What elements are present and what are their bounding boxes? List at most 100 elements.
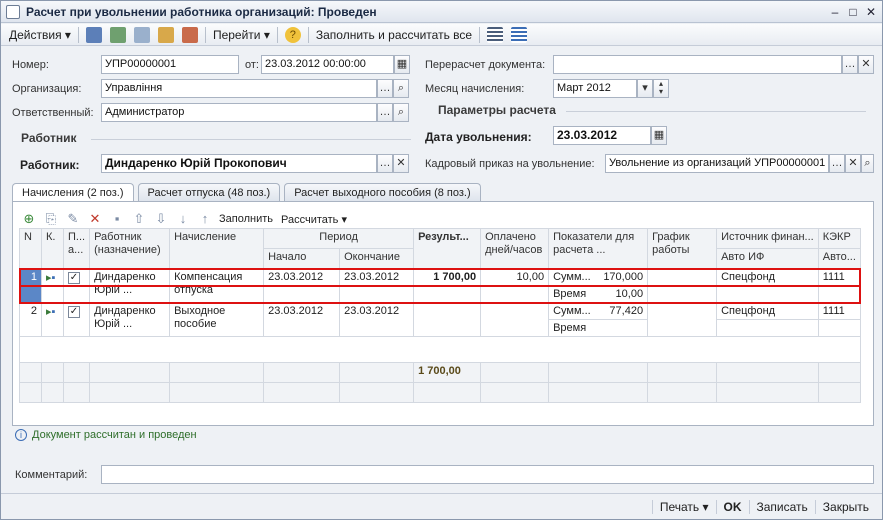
fill-calc-all-button[interactable]: Заполнить и рассчитать все [312,25,476,45]
recalc-select-button[interactable]: … [842,55,858,74]
col-result[interactable]: Результ... [413,228,482,269]
col-accrual[interactable]: Начисление [169,228,265,269]
accruals-panel: ⊕ ⎘ ✎ ✕ ▪ ⇧ ⇩ ↓ ↑ Заполнить Рассчитать ▾… [12,201,874,426]
help-button[interactable]: ? [281,25,305,45]
save-button[interactable]: Записать [748,499,815,514]
comment-label: Комментарий: [15,469,88,481]
calc-menu[interactable]: Рассчитать ▾ [281,213,347,226]
move-down-icon[interactable]: ⇩ [153,211,169,227]
worker-section-title: Работник [21,131,77,145]
tab-vacation-calc[interactable]: Расчет отпуска (48 поз.) [137,183,281,202]
separator [479,26,481,43]
month-dropdown-icon[interactable]: ▾ [637,79,653,98]
structure-button[interactable] [178,25,202,45]
close-button[interactable]: Закрыть [814,499,876,514]
order-search-icon[interactable]: ⌕ [861,154,874,173]
move-up-icon[interactable]: ⇧ [131,211,147,227]
col-period[interactable]: Период [263,228,415,249]
col-p[interactable]: П... а... [62,228,91,269]
actions-menu[interactable]: Действия ▾ [5,25,75,45]
add-icon[interactable]: ⊕ [21,211,37,227]
table-row[interactable]: 1 ▸▪ ✓ Диндаренко Юрій ... Компенсация о… [18,267,862,303]
order-field[interactable]: Увольнение из организаций УПР00000001 [605,154,829,173]
col-worker[interactable]: Работник (назначение) [89,228,171,269]
worker-clear-icon[interactable]: ✕ [393,154,409,173]
dismiss-date-field[interactable]: 23.03.2012 [553,126,651,145]
col-auto-if[interactable]: Авто ИФ [716,248,819,269]
org-search-icon[interactable]: ⌕ [393,79,409,98]
copy-row-icon[interactable]: ⎘ [43,211,59,227]
maximize-button[interactable]: □ [846,5,860,19]
order-label: Кадровый приказ на увольнение: [425,158,595,170]
row-paid [480,302,550,337]
number-field[interactable]: УПР00000001 [101,55,239,74]
fill-button[interactable]: Заполнить [219,213,273,225]
row-schedule [647,302,718,337]
col-end[interactable]: Окончание [339,248,415,269]
sort-asc-icon[interactable]: ↓ [175,211,191,227]
row-indicator-1: Сумм... 77,420 [548,302,649,320]
calendar-button[interactable]: ▦ [394,55,410,74]
goto-label: Перейти [212,27,261,42]
col-source[interactable]: Источник финан... [716,228,819,249]
close-window-button[interactable]: ✕ [864,5,878,19]
sort-desc-icon[interactable]: ↑ [197,211,213,227]
indicator-name: Время [553,322,587,334]
print-menu[interactable]: Печать ▾ [651,499,716,514]
list-view-button[interactable] [483,25,507,45]
resp-field[interactable]: Администратор [101,103,377,122]
edit-icon[interactable]: ✎ [65,211,81,227]
row-checkbox[interactable]: ✓ [62,302,91,337]
date-label: от: [245,59,259,71]
refresh-button[interactable] [106,25,130,45]
worker-select-button[interactable]: … [377,154,393,173]
col-n[interactable]: N [19,228,42,269]
window-title: Расчет при увольнении работника организа… [26,4,377,19]
movements-button[interactable] [154,25,178,45]
document-window: Расчет при увольнении работника организа… [0,0,883,520]
col-paid[interactable]: Оплачено дней/часов [480,228,550,269]
col-kekr[interactable]: КЭКР [817,228,861,249]
order-select-button[interactable]: … [829,154,845,173]
month-field[interactable]: Март 2012 [553,79,637,98]
resp-search-icon[interactable]: ⌕ [393,103,409,122]
params-title: Параметры расчета [438,103,556,117]
worker-field[interactable]: Диндаренко Юрій Прокопович [101,154,377,173]
minimize-button[interactable]: ‒ [828,5,842,19]
row-kekr: 1111 [817,268,861,286]
resp-select-button[interactable]: … [377,103,393,122]
post-button[interactable] [82,25,106,45]
save-icon[interactable]: ▪ [109,211,125,227]
col-k[interactable]: К. [41,228,64,269]
checklist-button[interactable] [507,25,531,45]
dismiss-calendar-button[interactable]: ▦ [651,126,667,145]
org-select-button[interactable]: … [377,79,393,98]
col-auto[interactable]: Авто... [817,248,861,269]
row-accrual: Выходное пособие [169,302,265,337]
month-spin-icon[interactable]: ▴ ▾ [653,79,669,98]
help-icon: ? [284,26,301,43]
row-checkbox[interactable]: ✓ [62,268,91,303]
col-schedule[interactable]: График работы [647,228,718,269]
org-field[interactable]: Управління [101,79,377,98]
comment-field[interactable] [101,465,874,484]
goto-menu[interactable]: Перейти ▾ [209,25,274,45]
structure-icon [181,26,198,43]
row-type-icon: ▸▪ [41,268,64,303]
col-indicators[interactable]: Показатели для расчета ... [548,228,649,269]
separator [276,26,278,43]
recalc-field[interactable] [553,55,842,74]
col-start[interactable]: Начало [263,248,341,269]
tab-accruals[interactable]: Начисления (2 поз.) [12,183,134,203]
date-field[interactable]: 23.03.2012 00:00:00 [261,55,394,74]
copy-button[interactable] [130,25,154,45]
row-end: 23.03.2012 [339,268,415,303]
recalc-clear-icon[interactable]: ✕ [858,55,874,74]
delete-icon[interactable]: ✕ [87,211,103,227]
table-row[interactable]: 2 ▸▪ ✓ Диндаренко Юрій ... Выходное посо… [19,302,861,337]
tab-severance-calc[interactable]: Расчет выходного пособия (8 поз.) [284,183,481,202]
order-clear-icon[interactable]: ✕ [845,154,861,173]
ok-button[interactable]: OK [715,499,749,514]
row-accrual: Компенсация отпуска [169,268,265,303]
actions-label: Действия [9,27,62,42]
